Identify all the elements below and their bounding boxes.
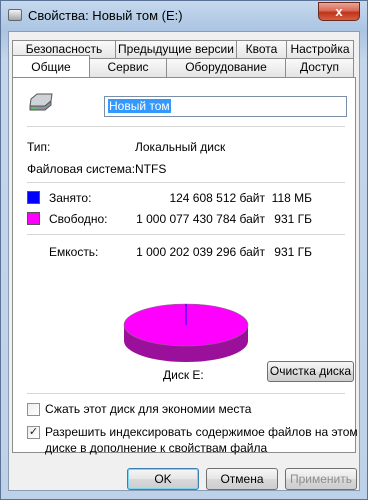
- tab-general[interactable]: Общие: [12, 55, 90, 77]
- free-label: Свободно:: [49, 212, 108, 226]
- dialog-client: Безопасность Предыдущие версии Квота Нас…: [8, 31, 360, 491]
- tab-quota[interactable]: Квота: [236, 40, 287, 59]
- cancel-button[interactable]: Отмена: [206, 468, 278, 490]
- tab-tools[interactable]: Сервис: [89, 58, 167, 77]
- capacity-bytes: 1 000 202 039 296 байт: [136, 245, 265, 259]
- drive-icon: [8, 9, 22, 21]
- separator: [27, 182, 345, 183]
- type-value: Локальный диск: [135, 140, 226, 154]
- used-short: 118 МБ: [271, 191, 312, 205]
- volume-name-field[interactable]: Новый том: [104, 96, 347, 117]
- separator: [27, 393, 345, 394]
- type-label: Тип:: [27, 140, 51, 154]
- tab-sharing[interactable]: Доступ: [285, 58, 354, 77]
- volume-name-text: Новый том: [108, 99, 171, 113]
- filesystem-label: Файловая система:: [27, 162, 136, 176]
- filesystem-value: NTFS: [135, 162, 167, 176]
- separator: [27, 126, 345, 127]
- compress-checkbox[interactable]: [27, 403, 40, 416]
- close-button[interactable]: x: [318, 2, 360, 21]
- separator: [27, 234, 345, 235]
- properties-window: Свойства: Новый том (E:) x Безопасность …: [0, 0, 368, 500]
- tab-previous-versions[interactable]: Предыдущие версии: [115, 40, 237, 59]
- index-label-line2[interactable]: диске в дополнение к свойствам файла: [45, 441, 267, 455]
- general-panel: Новый том Тип: Локальный диск Файловая с…: [12, 77, 358, 455]
- ok-button[interactable]: OK: [127, 468, 199, 490]
- hard-drive-icon: [29, 93, 53, 111]
- index-label-line1[interactable]: Разрешить индексировать содержимое файло…: [45, 425, 358, 439]
- free-bytes: 1 000 077 430 784 байт: [136, 212, 265, 226]
- tab-customize[interactable]: Настройка: [286, 40, 354, 59]
- free-space-swatch: [27, 212, 40, 225]
- free-short: 931 ГБ: [274, 212, 312, 226]
- apply-button[interactable]: Применить: [285, 468, 357, 490]
- disk-usage-pie: [123, 303, 249, 362]
- disk-label: Диск E:: [163, 368, 204, 382]
- used-bytes: 124 608 512 байт: [169, 191, 265, 205]
- compress-label[interactable]: Сжать этот диск для экономии места: [45, 402, 251, 416]
- capacity-label: Емкость:: [49, 245, 99, 259]
- used-label: Занято:: [49, 191, 92, 205]
- index-checkbox[interactable]: ✓: [27, 426, 40, 439]
- window-title: Свойства: Новый том (E:): [28, 8, 183, 23]
- used-space-swatch: [27, 191, 40, 204]
- tab-hardware[interactable]: Оборудование: [166, 58, 286, 77]
- title-bar[interactable]: Свойства: Новый том (E:) x: [1, 1, 367, 31]
- capacity-short: 931 ГБ: [274, 245, 312, 259]
- tab-row-bottom: Общие Сервис Оборудование Доступ: [12, 55, 354, 77]
- disk-cleanup-button[interactable]: Очистка диска: [267, 361, 354, 382]
